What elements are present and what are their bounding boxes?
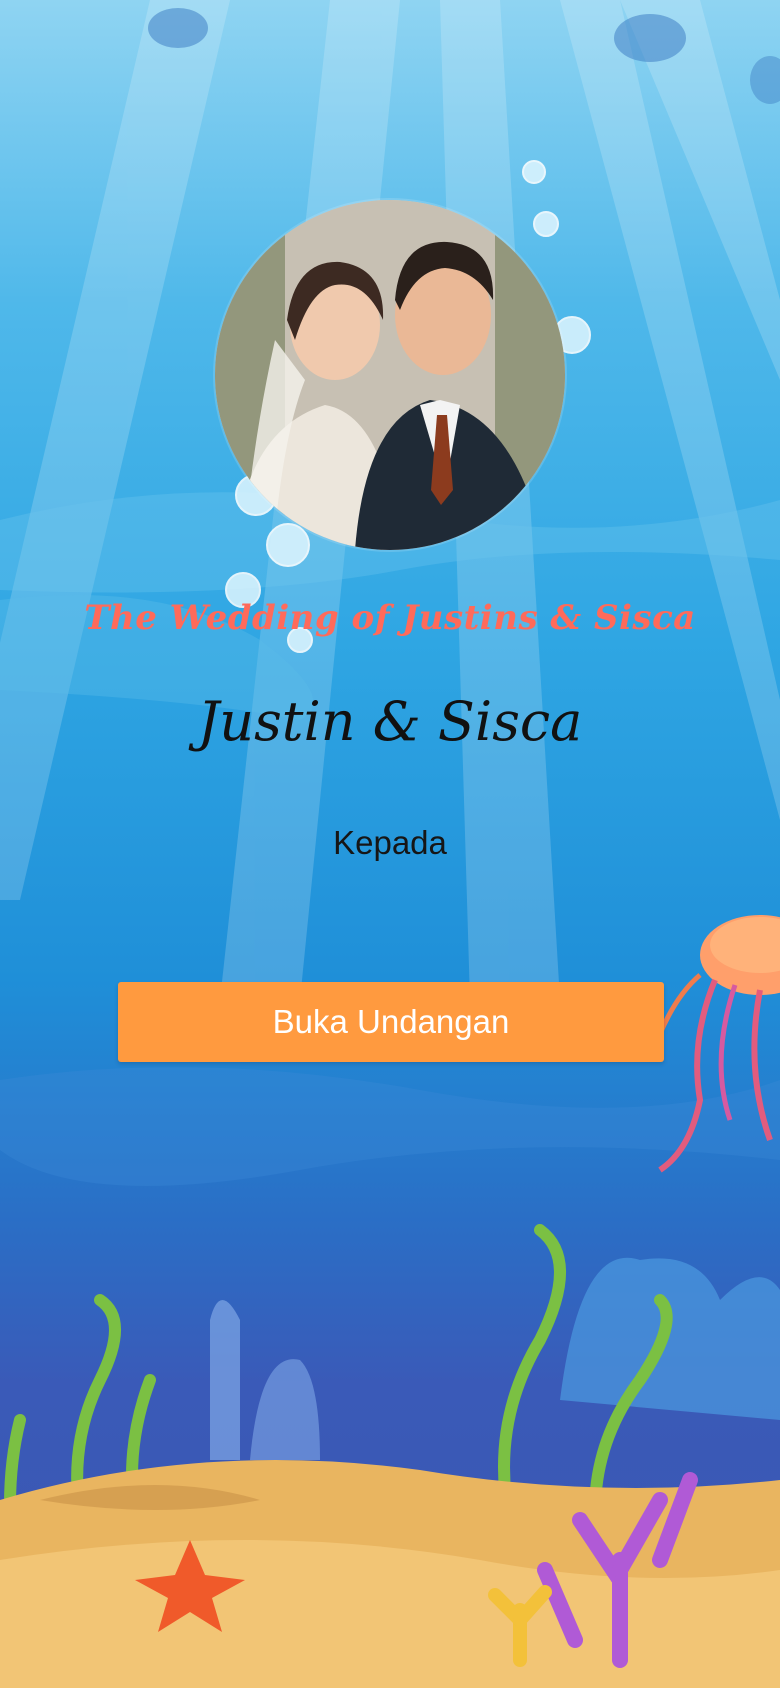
couple-photo bbox=[215, 200, 565, 550]
couple-names: Justin & Sisca bbox=[197, 690, 583, 753]
wedding-subtitle: The Wedding of Justins & Sisca bbox=[84, 598, 696, 638]
recipient-label: Kepada bbox=[333, 824, 447, 861]
open-invitation-button[interactable]: Buka Undangan bbox=[118, 982, 664, 1062]
